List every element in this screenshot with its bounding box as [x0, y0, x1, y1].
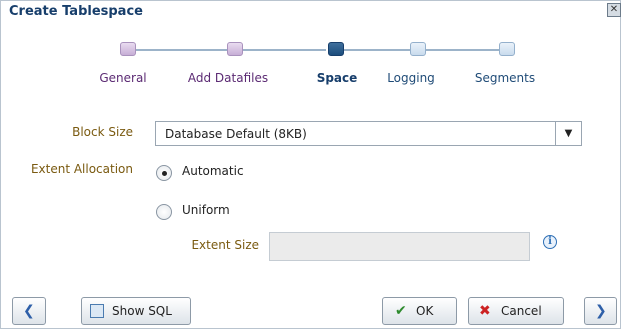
show-sql-button[interactable]: Show SQL	[81, 297, 191, 325]
ok-label: OK	[416, 304, 434, 318]
train-connector	[424, 49, 500, 51]
block-size-value: Database Default (8KB)	[165, 127, 307, 141]
step-label-space: Space	[316, 71, 358, 85]
radio-uniform-label[interactable]: Uniform	[182, 203, 230, 217]
step-label-general[interactable]: General	[99, 71, 146, 85]
train-connector	[342, 49, 410, 51]
sql-document-icon	[90, 304, 104, 318]
step-node-space	[328, 42, 344, 56]
radio-automatic-label[interactable]: Automatic	[182, 164, 244, 178]
radio-selected-dot	[162, 171, 167, 176]
cancel-label: Cancel	[501, 304, 542, 318]
extent-size-input[interactable]	[269, 232, 530, 261]
radio-uniform[interactable]	[156, 204, 172, 220]
step-label-segments[interactable]: Segments	[475, 71, 535, 85]
block-size-select[interactable]: Database Default (8KB) ▼	[155, 121, 582, 146]
train-connector	[136, 49, 236, 51]
close-button[interactable]: ✕	[607, 3, 621, 17]
back-button[interactable]: ❮	[12, 297, 46, 325]
dialog-title: Create Tablespace	[9, 4, 143, 19]
cancel-button[interactable]: ✖ Cancel	[468, 297, 564, 325]
step-node-segments[interactable]	[499, 42, 515, 56]
step-node-add-datafiles[interactable]	[227, 42, 243, 56]
block-size-label: Block Size	[72, 125, 133, 139]
step-node-logging[interactable]	[410, 42, 426, 56]
step-label-add-datafiles[interactable]: Add Datafiles	[188, 71, 268, 85]
radio-automatic[interactable]	[156, 165, 172, 181]
step-label-logging[interactable]: Logging	[387, 71, 435, 85]
checkmark-icon: ✔	[395, 303, 407, 319]
train-connector	[242, 49, 326, 51]
dialog-titlebar: Create Tablespace ✕	[1, 1, 621, 25]
cancel-x-icon: ✖	[479, 303, 491, 319]
back-arrow-icon: ❮	[23, 303, 35, 319]
step-node-general[interactable]	[120, 42, 136, 56]
next-arrow-icon: ❯	[595, 303, 607, 319]
info-icon[interactable]: i	[543, 235, 557, 249]
extent-size-label: Extent Size	[191, 238, 259, 252]
dropdown-arrow-icon[interactable]: ▼	[555, 122, 581, 145]
show-sql-label: Show SQL	[112, 304, 172, 318]
extent-allocation-label: Extent Allocation	[30, 162, 133, 176]
create-tablespace-dialog: Create Tablespace ✕ General Add Datafile…	[0, 0, 621, 329]
next-button[interactable]: ❯	[584, 297, 617, 325]
ok-button[interactable]: ✔ OK	[382, 297, 457, 325]
